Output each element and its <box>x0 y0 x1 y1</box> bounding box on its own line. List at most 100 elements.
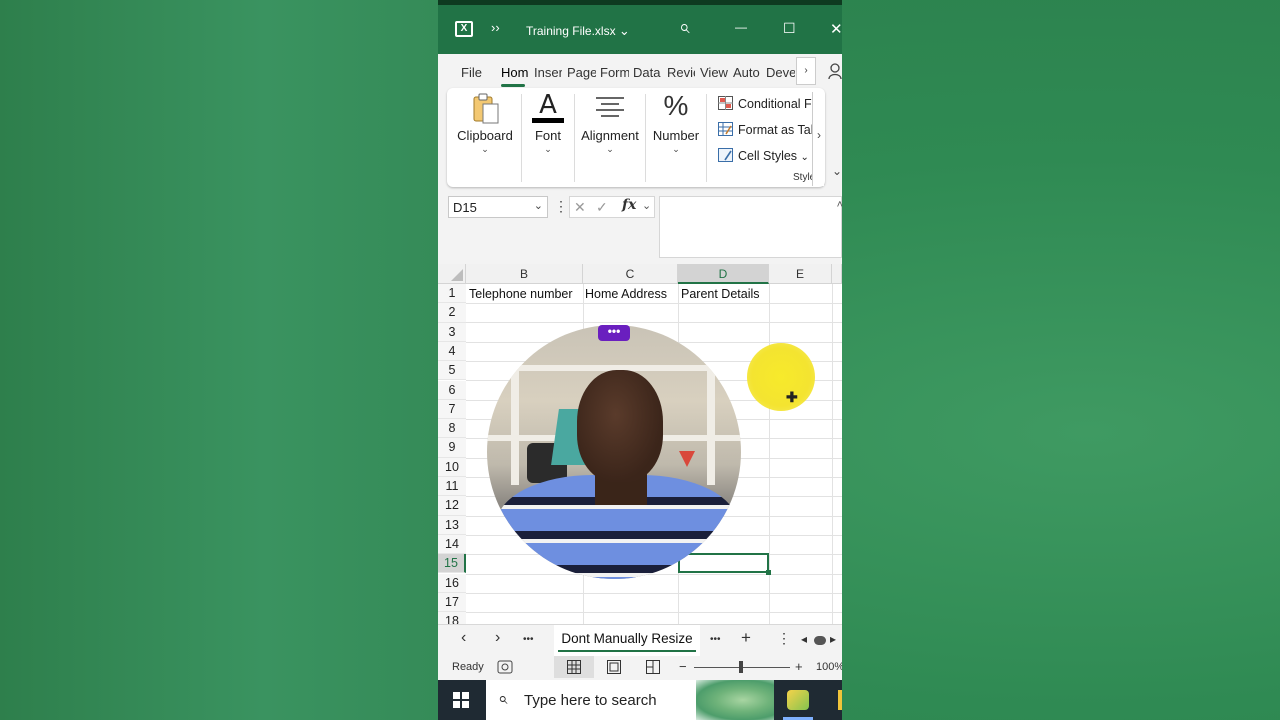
tab-insert[interactable]: Inser <box>534 65 562 80</box>
formula-bar-options-icon[interactable]: ⋮ <box>554 198 568 215</box>
cell-d1[interactable]: Parent Details <box>681 287 760 301</box>
conditional-formatting-button[interactable]: Conditional Fo <box>718 96 819 111</box>
windows-start-icon[interactable] <box>453 692 469 708</box>
column-header-d[interactable]: D <box>678 264 769 284</box>
column-header-b[interactable]: B <box>466 264 583 284</box>
tab-developer[interactable]: Deve <box>766 65 795 80</box>
row-header[interactable]: 1 <box>438 284 466 304</box>
row-header[interactable]: 15 <box>438 554 466 574</box>
row-header[interactable]: 12 <box>438 496 466 516</box>
tab-page-layout[interactable]: Page <box>567 65 596 80</box>
ribbon-collapse-icon[interactable]: ⌄ <box>832 164 842 178</box>
horizontal-scrollbar-thumb[interactable] <box>814 636 826 645</box>
column-header-c[interactable]: C <box>583 264 678 284</box>
row-header[interactable]: 13 <box>438 515 466 535</box>
scroll-left-icon[interactable]: ◂ <box>801 632 807 646</box>
row-header[interactable]: 14 <box>438 534 466 555</box>
row-header[interactable]: 11 <box>438 477 466 497</box>
row-gridline <box>466 593 842 594</box>
maximize-icon[interactable]: ☐ <box>783 20 796 37</box>
font-group[interactable]: A Font ⌄ <box>523 88 573 187</box>
number-group[interactable]: % Number ⌄ <box>647 88 705 187</box>
clipboard-group[interactable]: Clipboard ⌄ <box>449 88 521 187</box>
ribbon-separator <box>706 94 707 182</box>
insert-function-icon[interactable]: fx <box>622 197 636 213</box>
row-header[interactable]: 10 <box>438 457 466 477</box>
tab-automate[interactable]: Auto <box>733 65 762 80</box>
column-header-e[interactable]: E <box>769 264 832 284</box>
cell-styles-button[interactable]: Cell Styles ⌄ <box>718 148 809 163</box>
overlay-options-badge[interactable]: ••• <box>598 325 630 341</box>
taskbar-app-icon[interactable] <box>787 690 809 710</box>
ribbon-scroll-right-icon[interactable]: › <box>817 128 821 142</box>
zoom-out-button[interactable]: − <box>679 659 687 674</box>
row-header[interactable]: 17 <box>438 592 466 613</box>
taskbar-app-icon-2[interactable] <box>838 690 842 710</box>
sheet-next-icon[interactable]: › <box>495 629 500 647</box>
alignment-group[interactable]: Alignment ⌄ <box>576 88 644 187</box>
select-all-corner[interactable] <box>438 264 466 284</box>
row-header[interactable]: 18 <box>438 612 466 624</box>
excel-app-icon: X <box>455 21 473 37</box>
chevron-down-icon: ⌄ <box>672 144 680 154</box>
taskbar-search-box[interactable]: ⌕ Type here to search <box>486 680 774 720</box>
tabs-scroll-right-button[interactable]: › <box>796 57 816 85</box>
font-label: Font <box>534 128 561 143</box>
zoom-in-button[interactable]: + <box>795 659 803 674</box>
expand-formula-icon[interactable]: ˄ <box>837 199 842 211</box>
font-color-bar <box>532 118 564 123</box>
cell-c1[interactable]: Home Address <box>585 287 667 301</box>
file-title-button[interactable]: Training File.xlsx ⌄ <box>526 23 630 39</box>
search-icon[interactable]: ⌕ <box>679 17 690 39</box>
worksheet-grid[interactable]: B C D E 1 2 3 4 5 6 7 8 9 10 11 12 13 14… <box>438 264 842 624</box>
row-header[interactable]: 9 <box>438 438 466 458</box>
row-header[interactable]: 2 <box>438 303 466 323</box>
tab-view[interactable]: View <box>700 65 729 80</box>
user-icon[interactable] <box>828 62 842 80</box>
tab-review[interactable]: Revie <box>667 65 695 80</box>
row-header[interactable]: 8 <box>438 419 466 439</box>
page-break-view-icon[interactable] <box>646 660 660 674</box>
name-box-value: D15 <box>453 200 477 215</box>
column-header-f[interactable] <box>832 264 842 284</box>
row-header[interactable]: 7 <box>438 399 466 420</box>
status-text: Ready <box>452 661 484 673</box>
zoom-slider-thumb[interactable] <box>739 661 743 673</box>
percent-icon: % <box>663 90 689 121</box>
chevron-down-icon[interactable]: ⌄ <box>642 199 651 212</box>
quick-access-more-icon[interactable]: ›› <box>491 20 500 35</box>
add-sheet-button[interactable]: + <box>741 628 751 648</box>
formula-input[interactable]: ˄ <box>659 196 842 258</box>
tab-data[interactable]: Data <box>633 65 662 80</box>
person-head <box>577 370 663 482</box>
close-icon[interactable]: ✕ <box>830 20 842 38</box>
row-header[interactable]: 6 <box>438 380 466 400</box>
row-header[interactable]: 3 <box>438 322 466 342</box>
name-box[interactable]: D15 ⌄ <box>448 196 548 218</box>
row-header[interactable]: 5 <box>438 361 466 381</box>
accessibility-icon[interactable] <box>497 660 513 674</box>
enter-icon[interactable]: ✓ <box>596 199 608 216</box>
chevron-down-icon: ⌄ <box>606 144 614 154</box>
column-gridline <box>832 284 833 624</box>
sheet-prev-icon[interactable]: ‹ <box>461 629 466 647</box>
normal-view-icon[interactable] <box>567 660 581 674</box>
format-as-table-button[interactable]: Format as Tab <box>718 122 818 137</box>
tab-file[interactable]: File <box>461 65 482 80</box>
cell-b1[interactable]: Telephone number <box>469 287 573 301</box>
tab-home[interactable]: Hom <box>501 65 528 80</box>
sheet-options-icon[interactable]: ⋮ <box>777 630 791 647</box>
tab-formulas[interactable]: Form <box>600 65 629 80</box>
align-center-icon <box>596 97 624 117</box>
row-header[interactable]: 4 <box>438 341 466 362</box>
zoom-level[interactable]: 100% <box>816 661 842 673</box>
minimize-icon[interactable]: — <box>735 20 747 34</box>
scroll-right-icon[interactable]: ▸ <box>830 632 836 646</box>
chevron-down-icon[interactable]: ⌄ <box>534 199 543 212</box>
page-layout-view-icon[interactable] <box>607 660 621 674</box>
sheet-more-left-icon[interactable]: ••• <box>523 634 534 645</box>
cancel-icon[interactable]: ✕ <box>574 199 586 216</box>
sheet-more-right-icon[interactable]: ••• <box>710 634 721 645</box>
row-header[interactable]: 16 <box>438 573 466 593</box>
sheet-tab-dont-manually-resize[interactable]: Dont Manually Resize <box>554 625 700 656</box>
